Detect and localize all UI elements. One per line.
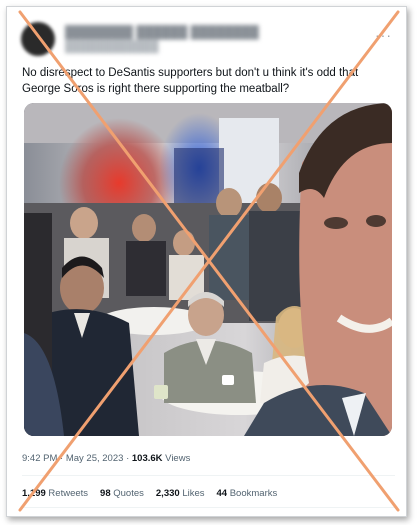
quotes-label: Quotes [113,488,144,499]
views-label: Views [165,453,191,464]
bookmarks-count: 44 [216,488,228,499]
author-name-redacted: ████████ ██████ ████████ ████████████ [65,25,259,53]
avatar[interactable] [21,22,55,56]
tweet-header: ████████ ██████ ████████ ████████████ [21,19,259,59]
tweet-meta: 9:42 PM · May 25, 2023 · 103.6K Views [22,453,190,464]
tweet-text: No disrespect to DeSantis supporters but… [22,67,359,95]
retweets-stat[interactable]: 1,199 Retweets [22,488,88,499]
tweet-date[interactable]: May 25, 2023 [66,453,124,464]
bookmarks-label: Bookmarks [229,488,278,499]
views-count: 103.6K [131,453,163,464]
display-name-redacted[interactable]: ████████ ██████ ████████ [65,25,259,39]
divider [22,507,395,508]
event-photo [24,103,392,436]
bookmarks-stat[interactable]: 44 Bookmarks [217,488,278,499]
engagement-stats: 1,199 Retweets 98 Quotes 2,330 Likes 44 … [22,488,277,499]
quotes-stat[interactable]: 98 Quotes [100,488,144,499]
retweets-label: Retweets [48,488,89,499]
handle-redacted[interactable]: ████████████ [65,41,259,53]
divider [22,475,395,476]
meta-separator: · [126,453,130,464]
likes-label: Likes [182,488,205,499]
tweet-card: ████████ ██████ ████████ ████████████ ··… [6,6,407,517]
more-dots-icon[interactable]: ··· [375,27,392,43]
quotes-count: 98 [100,488,111,499]
tweet-time[interactable]: 9:42 PM [22,453,57,464]
retweets-count: 1,199 [22,488,46,499]
tweet-photo[interactable] [24,103,392,436]
meta-separator: · [60,453,64,464]
likes-stat[interactable]: 2,330 Likes [156,488,205,499]
likes-count: 2,330 [155,488,180,499]
